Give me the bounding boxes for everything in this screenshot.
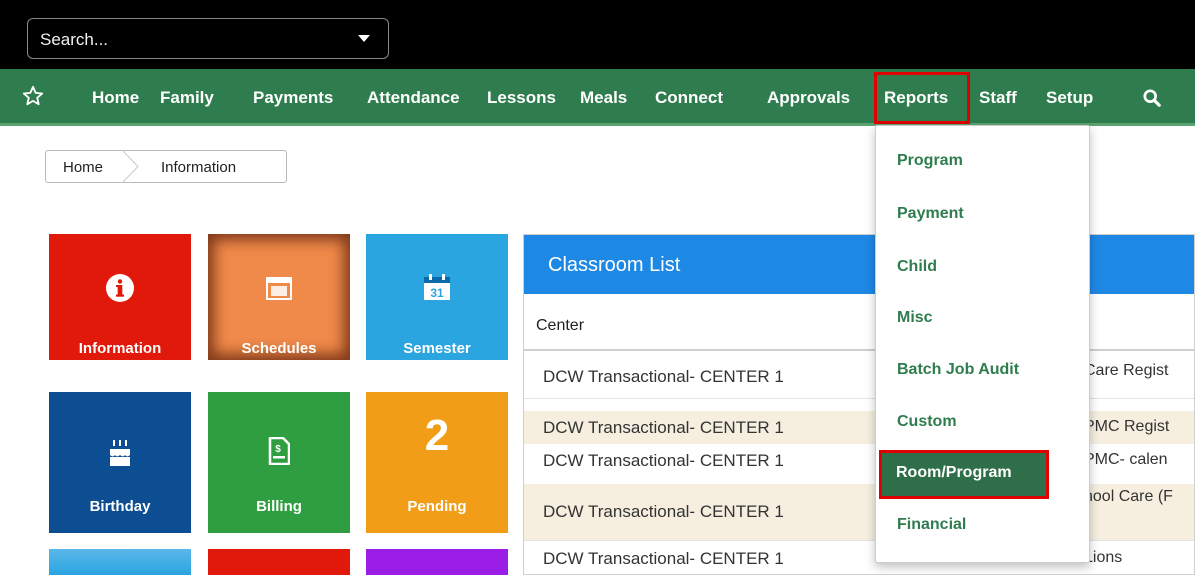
table-row[interactable]: DCW Transactional- CENTER 1 hool Care (F (524, 484, 1194, 540)
column-header-label: Center (536, 317, 585, 334)
menu-item-custom[interactable]: Custom (897, 413, 957, 431)
row-center: DCW Transactional- CENTER 1 (543, 502, 784, 521)
nav-setup[interactable]: Setup (1046, 69, 1093, 126)
row-classroom: PMC Regist (1084, 418, 1170, 435)
tile-label: Semester (403, 340, 471, 357)
tile-label: Pending (407, 498, 467, 515)
menu-item-misc[interactable]: Misc (897, 309, 933, 327)
tile-pending[interactable]: 2 Pending (366, 392, 508, 533)
tile-schedules[interactable]: Schedules (208, 234, 350, 360)
menu-item-payment[interactable]: Payment (897, 205, 964, 223)
table-row[interactable]: DCW Transactional- CENTER 1 PMC- calen (524, 444, 1194, 484)
search-placeholder: Search... (40, 30, 109, 49)
classroom-list-header: Classroom List (524, 235, 1194, 294)
svg-text:31: 31 (430, 286, 444, 300)
table-row[interactable]: DCW Transactional- CENTER 1 Lions (524, 540, 1194, 574)
nav-lessons[interactable]: Lessons (487, 69, 556, 126)
row-center: DCW Transactional- CENTER 1 (543, 451, 784, 470)
tile-label: Information (78, 340, 162, 357)
table-row[interactable]: DCW Transactional- CENTER 1 Care Regist (524, 352, 1194, 399)
row-center: DCW Transactional- CENTER 1 (543, 367, 784, 386)
tile-billing[interactable]: $ Billing (208, 392, 350, 533)
svg-text:$: $ (275, 444, 281, 455)
tile-partial-blue[interactable] (49, 549, 191, 575)
invoice-icon: $ (268, 437, 290, 465)
menu-item-child[interactable]: Child (897, 258, 937, 276)
breadcrumb-home[interactable]: Home (63, 159, 103, 176)
row-classroom: Care Regist (1084, 362, 1169, 379)
birthday-cake-icon (110, 440, 130, 466)
tile-label: Schedules (241, 340, 317, 357)
tile-semester[interactable]: 31 Semester (366, 234, 508, 360)
row-classroom: hool Care (F (1084, 488, 1173, 505)
menu-item-financial[interactable]: Financial (897, 516, 966, 534)
nav-family[interactable]: Family (160, 69, 214, 126)
nav-payments[interactable]: Payments (253, 69, 333, 126)
search-dropdown[interactable]: Search... (27, 18, 389, 59)
table-row[interactable]: DCW Transactional- CENTER 1 PMC Regist (524, 411, 1194, 444)
tile-birthday[interactable]: Birthday (49, 392, 191, 533)
column-header-center[interactable]: Center (524, 295, 1194, 351)
nav-meals[interactable]: Meals (580, 69, 627, 126)
nav-attendance[interactable]: Attendance (367, 69, 460, 126)
star-icon[interactable] (22, 85, 44, 107)
row-center: DCW Transactional- CENTER 1 (543, 549, 784, 568)
reports-highlight-frame (874, 72, 970, 124)
breadcrumb-separator-icon (121, 150, 139, 183)
tile-partial-red[interactable] (208, 549, 350, 575)
tile-partial-purple[interactable] (366, 549, 508, 575)
tile-label: Birthday (89, 498, 151, 515)
menu-item-program[interactable]: Program (897, 152, 963, 170)
room-program-highlight-frame (879, 450, 1049, 499)
top-bar: Search... (0, 0, 1195, 69)
breadcrumb: Home Information (45, 150, 287, 183)
nav-staff[interactable]: Staff (979, 69, 1017, 126)
caret-down-icon[interactable] (358, 35, 370, 42)
breadcrumb-current: Information (161, 159, 237, 176)
nav-connect[interactable]: Connect (655, 69, 723, 126)
tile-information[interactable]: Information (49, 234, 191, 360)
nav-home[interactable]: Home (92, 69, 139, 126)
menu-item-batch-job-audit[interactable]: Batch Job Audit (897, 361, 1019, 379)
row-classroom: PMC- calen (1084, 451, 1168, 468)
row-center: DCW Transactional- CENTER 1 (543, 418, 784, 437)
nav-approvals[interactable]: Approvals (767, 69, 850, 126)
tile-label: Billing (256, 498, 302, 515)
info-icon (106, 274, 134, 302)
pending-count: 2 (424, 411, 450, 460)
classroom-list-title: Classroom List (548, 254, 681, 276)
classroom-list-panel: Classroom List Center DCW Transactional-… (523, 234, 1195, 575)
main-nav: Home Family Payments Attendance Lessons … (0, 69, 1195, 126)
calendar-icon (266, 277, 292, 300)
search-icon[interactable] (1143, 89, 1161, 107)
calendar-31-icon: 31 (424, 274, 450, 300)
